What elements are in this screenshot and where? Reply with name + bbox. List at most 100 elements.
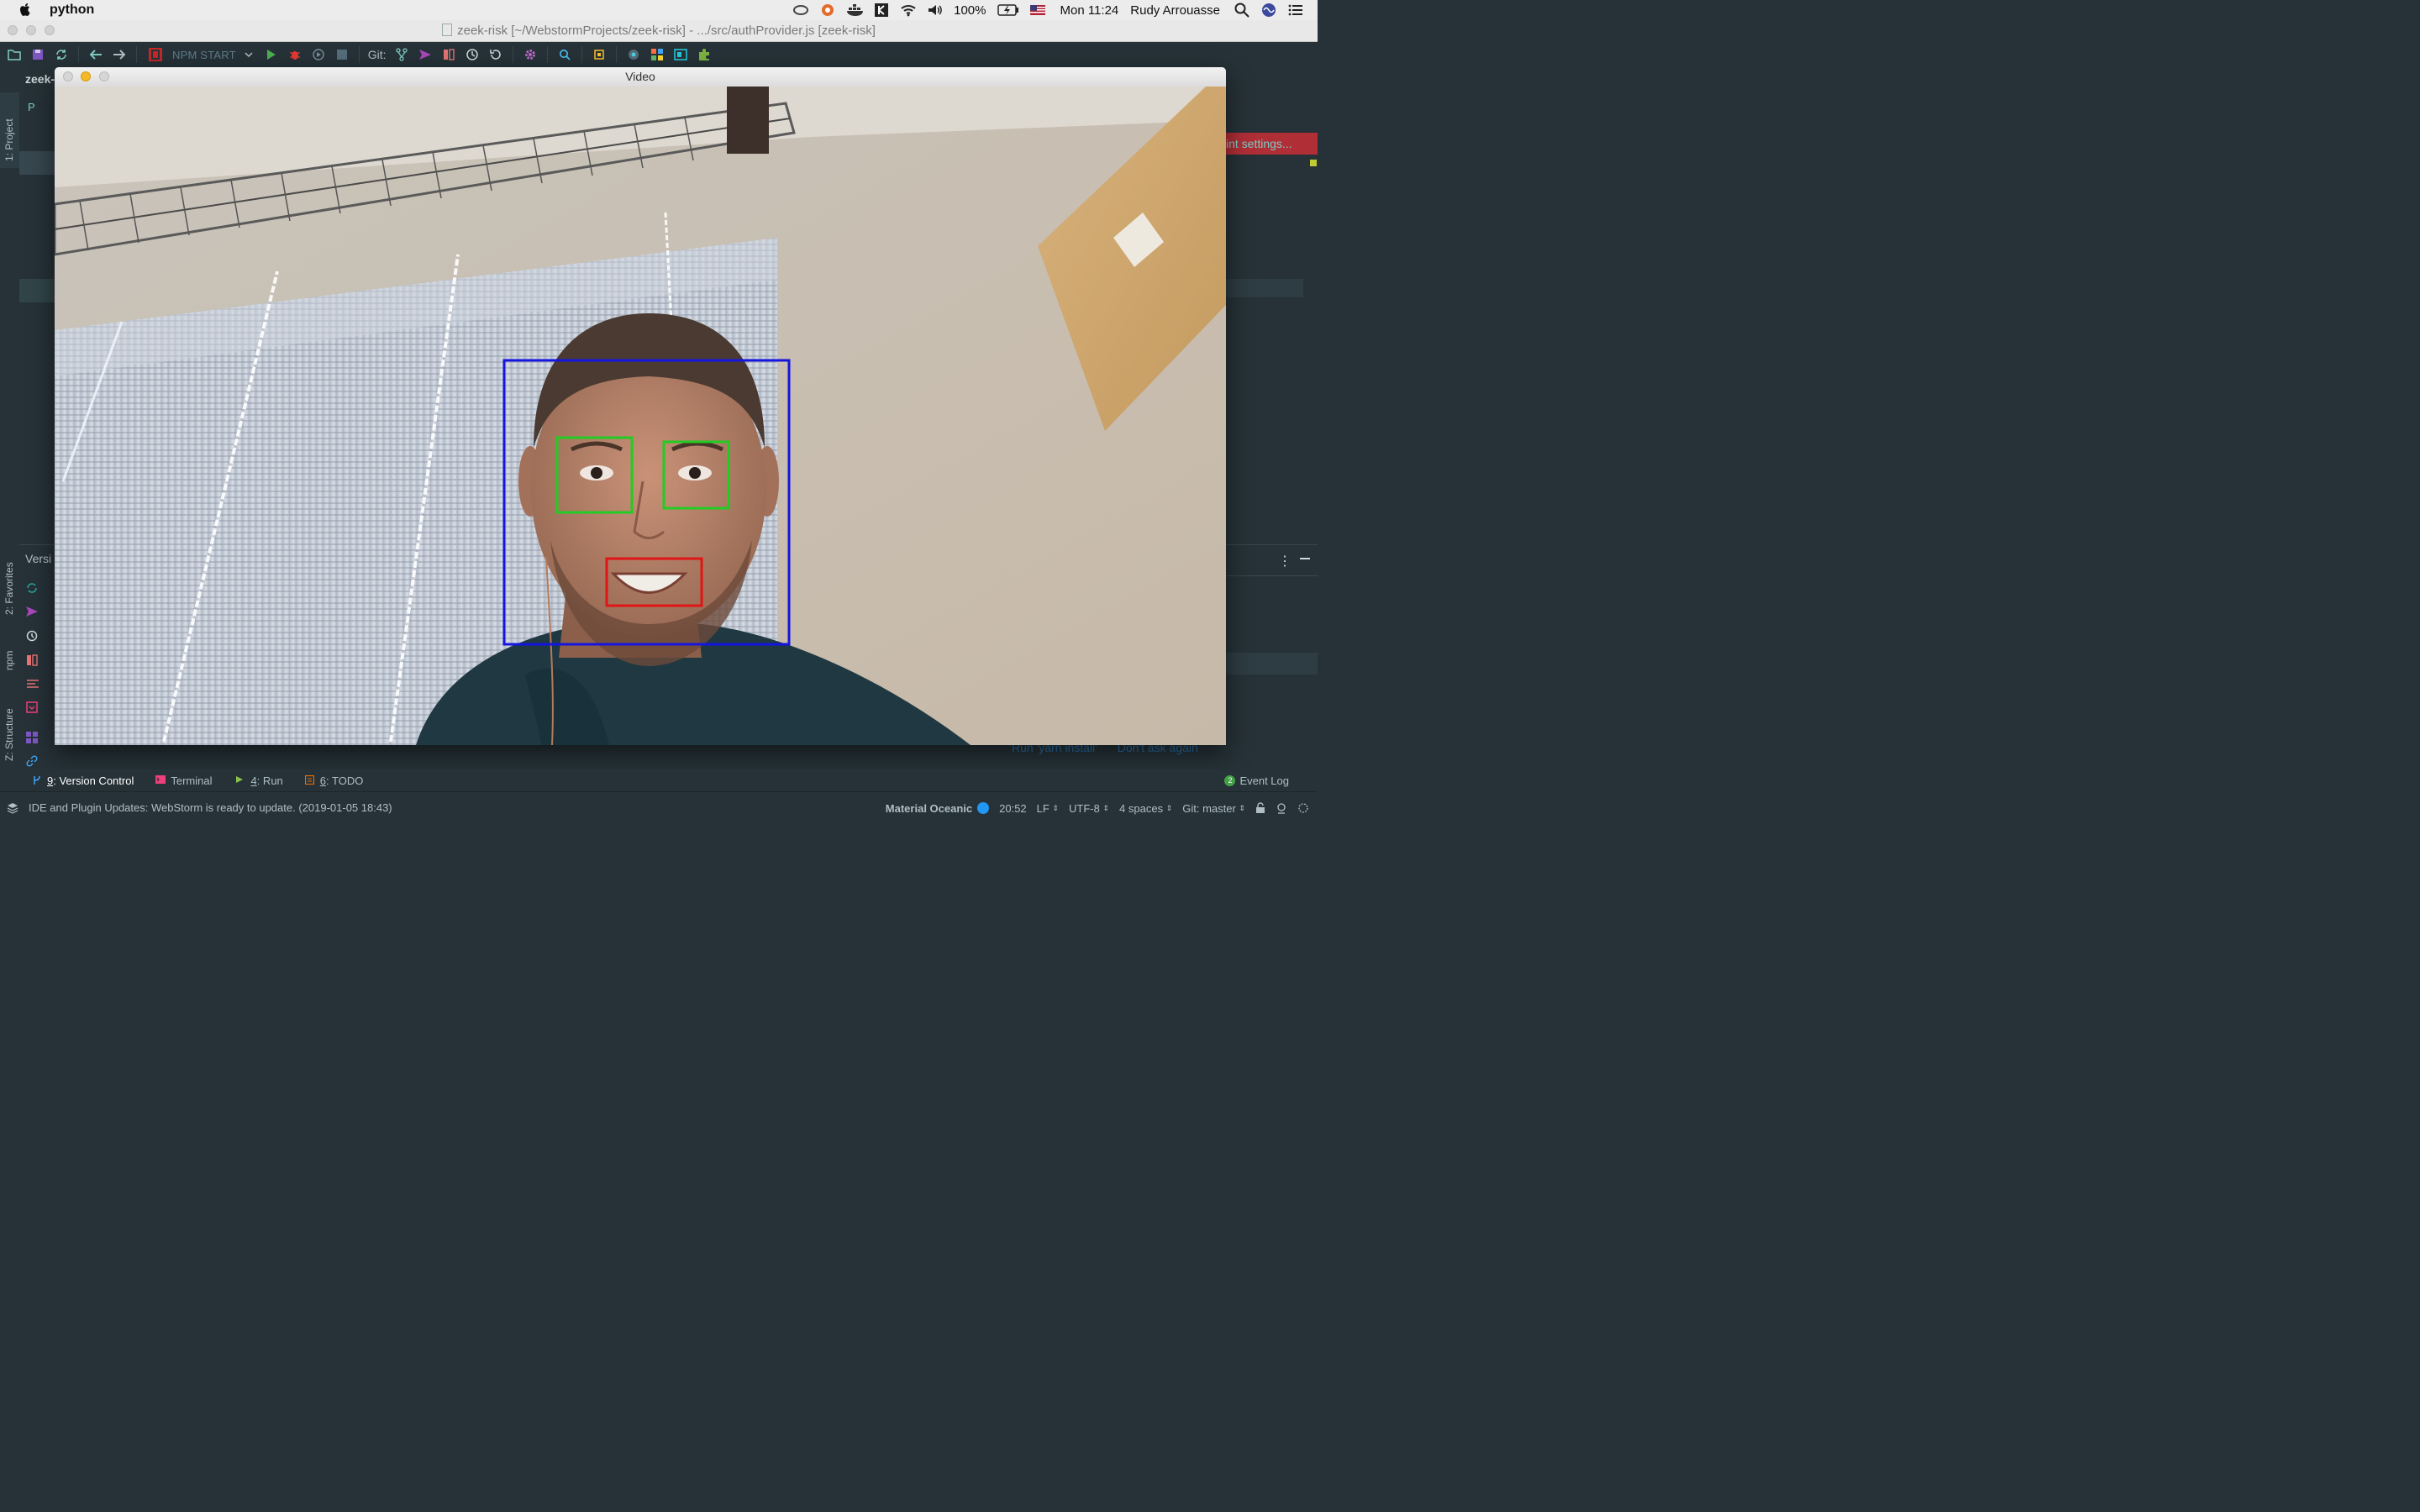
file-encoding[interactable]: UTF-8 ⇕ bbox=[1069, 802, 1109, 815]
shelve-icon[interactable] bbox=[26, 701, 38, 717]
theme-name[interactable]: Material Oceanic bbox=[886, 802, 990, 815]
line-separator[interactable]: LF ⇕ bbox=[1037, 802, 1059, 815]
js-file-icon bbox=[442, 24, 453, 36]
indent-setting[interactable]: 4 spaces ⇕ bbox=[1119, 802, 1172, 815]
tab-terminal[interactable]: Terminal bbox=[152, 774, 215, 787]
video-minimize-button[interactable] bbox=[81, 71, 91, 81]
git-branch-icon[interactable] bbox=[394, 47, 409, 62]
push-icon[interactable] bbox=[25, 606, 39, 622]
editor-current-line bbox=[1226, 279, 1303, 297]
lint-settings-banner[interactable]: int settings... bbox=[1226, 133, 1318, 155]
tree-row-selected[interactable] bbox=[19, 151, 55, 175]
chevron-down-icon bbox=[245, 52, 253, 57]
app-icon[interactable] bbox=[873, 3, 890, 17]
minimize-panel-icon[interactable] bbox=[1300, 558, 1310, 559]
volume-icon[interactable] bbox=[927, 3, 944, 17]
forward-icon[interactable] bbox=[112, 47, 127, 62]
ide-title-bar: zeek-risk [~/WebstormProjects/zeek-risk]… bbox=[0, 20, 1318, 42]
lock-icon[interactable] bbox=[1255, 802, 1265, 814]
status-bar: IDE and Plugin Updates: WebStorm is read… bbox=[0, 791, 1318, 824]
tab-project[interactable]: 1: Project bbox=[0, 92, 19, 168]
docker-icon[interactable] bbox=[846, 3, 864, 17]
apple-icon[interactable] bbox=[18, 3, 32, 18]
tool-dot-icon[interactable] bbox=[626, 47, 641, 62]
tab-favorites[interactable]: 2: Favorites bbox=[0, 546, 19, 622]
git-branch-widget[interactable]: Git: master ⇕ bbox=[1182, 802, 1245, 815]
vc-list-row[interactable] bbox=[1226, 653, 1318, 675]
terminal-icon bbox=[155, 775, 166, 785]
app-name-menu[interactable]: python bbox=[50, 3, 94, 18]
search-icon[interactable] bbox=[1234, 3, 1250, 18]
flag-icon[interactable] bbox=[1029, 3, 1046, 17]
diff-icon[interactable] bbox=[26, 654, 38, 671]
tab-structure[interactable]: Z: Structure bbox=[0, 689, 19, 764]
status-message[interactable]: IDE and Plugin Updates: WebStorm is read… bbox=[29, 801, 392, 814]
editor-area: ⋮ bbox=[1226, 67, 1318, 769]
updown-icon: ⇕ bbox=[1102, 803, 1110, 812]
creative-cloud-icon[interactable] bbox=[792, 3, 809, 17]
layers-icon[interactable] bbox=[7, 802, 18, 816]
video-window: Video bbox=[55, 67, 1226, 745]
notification-center-icon[interactable] bbox=[1287, 3, 1304, 17]
tab-todo[interactable]: 6: TODO bbox=[302, 774, 367, 787]
caret-position[interactable]: 20:52 bbox=[999, 802, 1027, 815]
debug-icon[interactable] bbox=[287, 47, 302, 62]
revert-icon[interactable] bbox=[488, 47, 503, 62]
history-icon[interactable] bbox=[465, 47, 480, 62]
video-zoom-button[interactable] bbox=[99, 71, 109, 81]
menubar-clock[interactable]: Mon 11:24 bbox=[1060, 3, 1118, 18]
save-icon[interactable] bbox=[30, 47, 45, 62]
back-icon[interactable] bbox=[88, 47, 103, 62]
updown-icon: ⇕ bbox=[1165, 803, 1173, 812]
changes-icon[interactable] bbox=[26, 678, 39, 694]
menubar-user[interactable]: Rudy Arrouasse bbox=[1130, 3, 1220, 18]
coverage-icon[interactable] bbox=[311, 47, 326, 62]
project-view-tab[interactable]: P bbox=[28, 101, 35, 113]
settings-icon[interactable] bbox=[523, 47, 538, 62]
tab-version-control[interactable]: 9: Version Control bbox=[29, 774, 137, 787]
window-title: zeek-risk [~/WebstormProjects/zeek-risk]… bbox=[0, 24, 1318, 38]
event-count-badge: 2 bbox=[1224, 774, 1236, 786]
stop-icon[interactable] bbox=[334, 47, 350, 62]
siri-icon[interactable] bbox=[1260, 3, 1277, 17]
more-options-icon[interactable]: ⋮ bbox=[1278, 553, 1292, 570]
inspector-icon[interactable] bbox=[1276, 802, 1287, 814]
wifi-icon[interactable] bbox=[900, 3, 917, 17]
updown-icon: ⇕ bbox=[1052, 803, 1060, 812]
video-title-bar: Video bbox=[55, 67, 1226, 87]
ide-toolbar: NPM START Git: bbox=[0, 42, 1318, 67]
tree-row-highlight[interactable] bbox=[19, 279, 55, 302]
git-push-icon[interactable] bbox=[418, 47, 433, 62]
project-name[interactable]: zeek- bbox=[25, 72, 55, 86]
run-config-select[interactable]: NPM START bbox=[142, 45, 260, 65]
database-icon[interactable] bbox=[673, 47, 688, 62]
tab-npm[interactable]: npm bbox=[0, 630, 19, 672]
git-branch-icon bbox=[32, 775, 42, 785]
battery-icon[interactable] bbox=[997, 3, 1019, 17]
updown-icon: ⇕ bbox=[1239, 803, 1245, 812]
tab-run[interactable]: 4: Run bbox=[232, 774, 286, 787]
event-log-tab[interactable]: 2 Event Log bbox=[1224, 769, 1289, 791]
project-panel: zeek- P bbox=[19, 67, 55, 544]
refresh-icon[interactable] bbox=[26, 582, 38, 598]
plugin-chip-icon[interactable] bbox=[592, 47, 607, 62]
run-icon[interactable] bbox=[264, 47, 279, 62]
tool-window-tabs: 9: Version Control Terminal 4: Run 6: TO… bbox=[0, 769, 1318, 791]
version-control-title: Versi bbox=[25, 552, 52, 565]
todo-icon bbox=[304, 775, 315, 785]
open-folder-icon[interactable] bbox=[7, 47, 22, 62]
version-control-panel: Versi bbox=[19, 544, 55, 770]
video-close-button[interactable] bbox=[63, 71, 73, 81]
memory-icon[interactable] bbox=[1297, 802, 1309, 814]
history-icon[interactable] bbox=[26, 630, 38, 646]
plugins-icon[interactable] bbox=[697, 47, 712, 62]
sync-icon[interactable] bbox=[54, 47, 69, 62]
git-label: Git: bbox=[367, 48, 387, 61]
find-icon[interactable] bbox=[557, 47, 572, 62]
grid-icon[interactable] bbox=[26, 732, 38, 748]
battery-percent[interactable]: 100% bbox=[954, 3, 986, 18]
uploader-icon[interactable] bbox=[819, 3, 836, 17]
layout-icon[interactable] bbox=[650, 47, 665, 62]
run-icon bbox=[235, 775, 245, 785]
git-compare-icon[interactable] bbox=[441, 47, 456, 62]
